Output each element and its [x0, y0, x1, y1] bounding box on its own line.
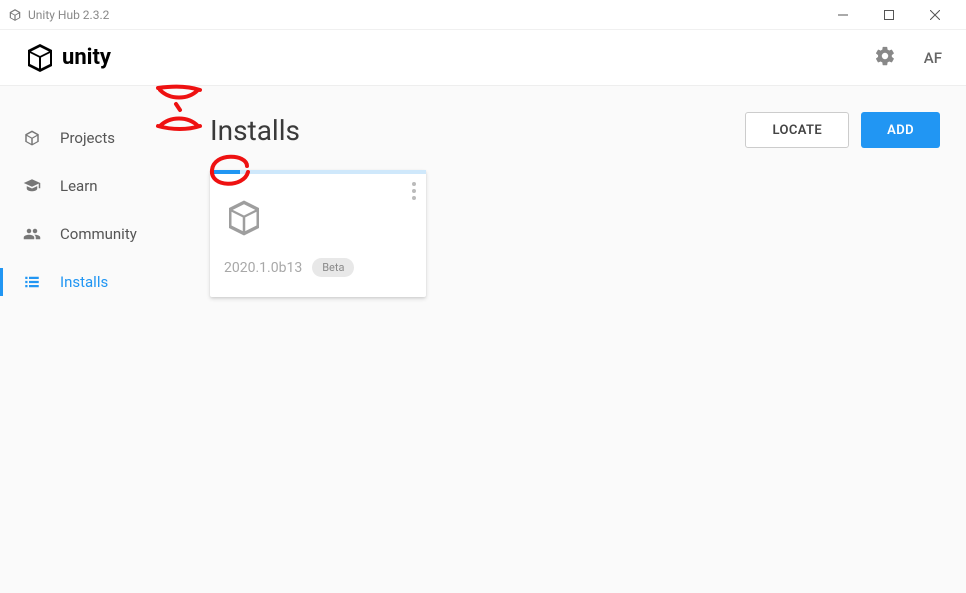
sidebar-item-label: Community	[60, 225, 137, 243]
cube-icon	[22, 128, 42, 148]
install-badge: Beta	[312, 258, 354, 277]
unity-app-icon	[8, 8, 22, 22]
window-maximize-button[interactable]	[866, 0, 912, 30]
brand-text: unity	[62, 45, 111, 70]
list-icon	[22, 272, 42, 292]
people-icon	[22, 224, 42, 244]
install-card-menu-button[interactable]	[412, 182, 416, 200]
add-button-label: ADD	[887, 123, 914, 138]
add-button[interactable]: ADD	[861, 112, 940, 148]
locate-button[interactable]: LOCATE	[745, 112, 849, 148]
sidebar: Projects Learn Community Installs	[0, 86, 200, 593]
main-content: Installs LOCATE ADD	[200, 86, 966, 593]
sidebar-item-community[interactable]: Community	[0, 210, 200, 258]
page-title: Installs	[210, 114, 300, 147]
sidebar-item-label: Learn	[60, 177, 98, 195]
settings-button[interactable]	[874, 47, 896, 69]
sidebar-item-projects[interactable]: Projects	[0, 114, 200, 162]
graduation-cap-icon	[22, 176, 42, 196]
app-topbar: unity AF	[0, 30, 966, 86]
install-card: 2020.1.0b13 Beta	[210, 170, 426, 297]
user-initials-text: AF	[924, 49, 942, 67]
locate-button-label: LOCATE	[772, 123, 822, 138]
sidebar-item-learn[interactable]: Learn	[0, 162, 200, 210]
unity-logo: unity	[24, 42, 111, 74]
sidebar-item-label: Projects	[60, 129, 115, 147]
window-titlebar: Unity Hub 2.3.2	[0, 0, 966, 30]
window-title: Unity Hub 2.3.2	[28, 8, 109, 22]
user-menu[interactable]: AF	[924, 49, 942, 67]
install-progress-fill	[210, 170, 240, 174]
sidebar-item-label: Installs	[60, 273, 108, 291]
gear-icon	[874, 45, 896, 71]
window-close-button[interactable]	[912, 0, 958, 30]
window-minimize-button[interactable]	[820, 0, 866, 30]
install-progress-track	[210, 170, 426, 174]
dots-vertical-icon	[412, 182, 416, 186]
sidebar-item-installs[interactable]: Installs	[0, 258, 200, 306]
install-version: 2020.1.0b13	[224, 260, 302, 276]
unity-cube-icon	[224, 198, 412, 242]
